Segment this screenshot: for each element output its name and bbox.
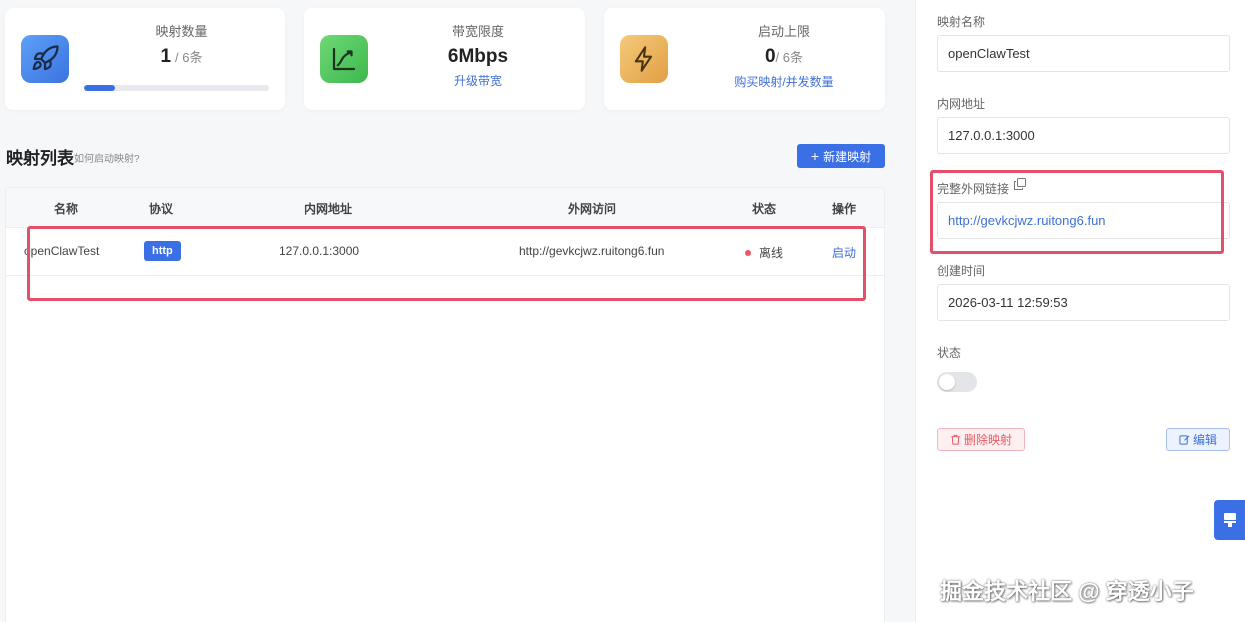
internal-address-field[interactable]: 127.0.0.1:3000: [937, 117, 1230, 154]
buy-mapping-link[interactable]: 购买映射/并发数量: [694, 73, 874, 91]
stat-value: 0/ 6条: [694, 44, 874, 71]
stat-sub: / 6条: [775, 50, 804, 65]
new-mapping-label: 新建映射: [823, 149, 872, 164]
stat-title: 带宽限度: [451, 24, 504, 39]
copy-icon[interactable]: [1014, 178, 1026, 190]
created-time-label: 创建时间: [937, 264, 986, 278]
plus-icon: +: [810, 148, 820, 164]
floating-tool-button[interactable]: [1214, 500, 1245, 540]
stat-value: 1/ 6条: [89, 44, 274, 71]
row-status: 离线: [745, 244, 783, 261]
column-header-external: 外网访问: [568, 202, 617, 216]
offline-dot-icon: [745, 249, 751, 256]
mapping-table: 名称 协议 内网地址 外网访问 状态 操作 openClawTest http …: [5, 187, 885, 622]
brush-icon: [1223, 513, 1236, 527]
delete-mapping-label: 删除映射: [963, 433, 1012, 447]
stat-sub: / 6条: [175, 50, 203, 65]
stat-card-launch: 启动上限 0/ 6条 购买映射/并发数量: [604, 8, 885, 110]
how-to-start-link[interactable]: 如何启动映射?: [74, 150, 140, 165]
stat-value: 6Mbps: [447, 46, 509, 67]
status-label: 状态: [937, 346, 962, 360]
row-status-text: 离线: [759, 246, 784, 260]
upgrade-bandwidth-link[interactable]: 升级带宽: [388, 72, 568, 90]
trash-icon: [951, 434, 960, 445]
row-external-url[interactable]: http://gevkcjwz.ruitong6.fun: [519, 244, 664, 258]
stat-number: 1: [160, 46, 172, 67]
edit-button[interactable]: 编辑: [1166, 428, 1230, 451]
toggle-knob: [939, 374, 955, 390]
mapping-detail-panel: 映射名称 openClawTest 内网地址 127.0.0.1:3000 完整…: [915, 0, 1245, 622]
progress-fill: [84, 85, 115, 91]
edit-label: 编辑: [1192, 433, 1217, 447]
start-mapping-link[interactable]: 启动: [832, 244, 856, 261]
column-header-protocol: 协议: [149, 202, 174, 216]
mapping-progress-bar: [84, 85, 269, 91]
table-header: 名称 协议 内网地址 外网访问 状态 操作: [6, 188, 884, 228]
column-header-internal: 内网地址: [304, 202, 353, 216]
stat-card-bandwidth: 带宽限度 6Mbps 升级带宽: [304, 8, 585, 110]
stat-title: 映射数量: [155, 24, 208, 39]
delete-mapping-button[interactable]: 删除映射: [937, 428, 1025, 451]
mapping-list-title: 映射列表: [6, 149, 74, 168]
column-header-name: 名称: [54, 202, 79, 216]
edit-icon: [1179, 435, 1190, 445]
external-link-label: 完整外网链接: [937, 182, 1010, 196]
protocol-tag: http: [144, 241, 181, 261]
lightning-icon: [620, 35, 668, 83]
name-field[interactable]: openClawTest: [937, 35, 1230, 72]
internal-address-label: 内网地址: [937, 97, 986, 111]
rocket-icon: [21, 35, 69, 83]
column-header-status: 状态: [752, 202, 777, 216]
stat-title: 启动上限: [757, 24, 810, 39]
row-name: openClawTest: [24, 244, 100, 258]
stat-number: 0: [764, 46, 776, 67]
new-mapping-button[interactable]: + 新建映射: [797, 144, 885, 168]
row-internal-address: 127.0.0.1:3000: [279, 244, 360, 258]
stat-card-mappings: 映射数量 1/ 6条: [5, 8, 285, 110]
created-time-field: 2026-03-11 12:59:53: [937, 284, 1230, 321]
table-row[interactable]: openClawTest http 127.0.0.1:3000 http://…: [6, 228, 884, 276]
watermark-text: 掘金技术社区 @ 穿透小子: [940, 579, 1194, 604]
status-toggle[interactable]: [937, 372, 977, 392]
external-link-field[interactable]: http://gevkcjwz.ruitong6.fun: [937, 202, 1230, 239]
name-label: 映射名称: [937, 15, 986, 29]
chart-trend-icon: [320, 35, 368, 83]
column-header-action: 操作: [832, 202, 857, 216]
